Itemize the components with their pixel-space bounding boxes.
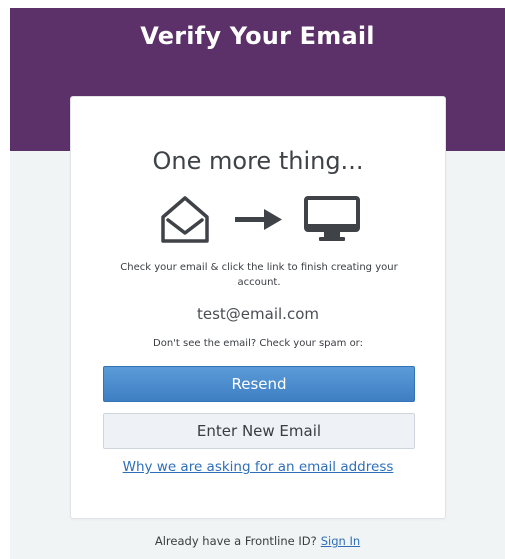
sign-in-link[interactable]: Sign In (321, 534, 360, 548)
verify-email-page: Verify Your Email One more thing... Chec… (0, 0, 505, 559)
email-to-computer-illustration (161, 196, 360, 243)
spam-note: Don't see the email? Check your spam or: (153, 338, 363, 349)
verify-card: One more thing... Check your email & cli… (70, 96, 446, 519)
card-heading: One more thing... (152, 147, 364, 175)
arrow-right-icon (235, 209, 282, 230)
resend-button[interactable]: Resend (103, 366, 415, 402)
instructions-text: Check your email & click the link to fin… (120, 262, 398, 288)
page-title: Verify Your Email (140, 22, 375, 50)
envelope-open-icon (161, 196, 209, 243)
enter-new-email-button[interactable]: Enter New Email (103, 413, 415, 449)
footer-prompt: Already have a Frontline ID? (154, 534, 317, 548)
monitor-icon (304, 196, 360, 241)
why-email-link[interactable]: Why we are asking for an email address (71, 459, 445, 475)
email-address: test@email.com (197, 305, 319, 323)
icons-row (159, 195, 364, 245)
footer: Already have a Frontline ID? Sign In (10, 534, 505, 548)
